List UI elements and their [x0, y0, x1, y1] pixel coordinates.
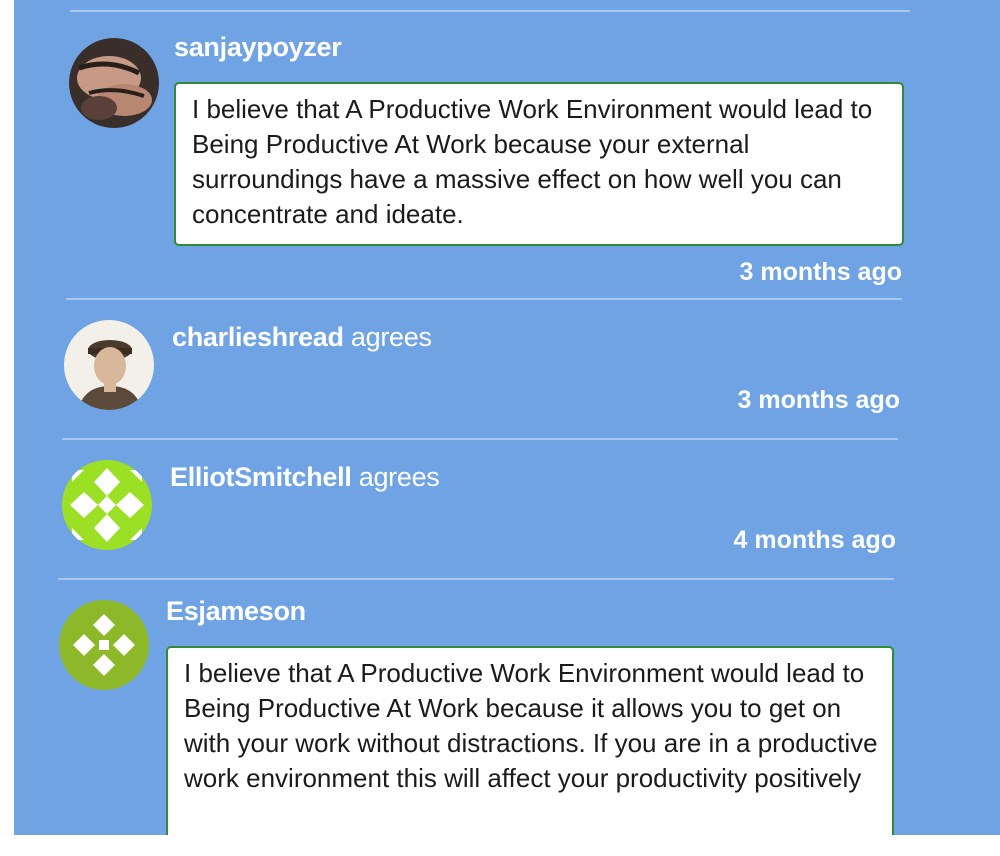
- username[interactable]: ElliotSmitchell agrees: [170, 462, 440, 493]
- activity-feed: sanjaypoyzer I believe that A Productive…: [14, 0, 1000, 835]
- username[interactable]: Esjameson: [166, 596, 306, 627]
- divider: [62, 438, 898, 440]
- username-text[interactable]: ElliotSmitchell: [170, 462, 352, 492]
- timestamp: 3 months ago: [737, 386, 900, 414]
- divider: [66, 298, 902, 300]
- timestamp: 3 months ago: [739, 258, 902, 286]
- avatar[interactable]: [64, 320, 154, 410]
- username-text[interactable]: sanjaypoyzer: [174, 32, 342, 62]
- comment-text: I believe that A Productive Work Environ…: [192, 94, 873, 229]
- comment-bubble: I believe that A Productive Work Environ…: [166, 646, 894, 835]
- username[interactable]: charlieshread agrees: [172, 322, 432, 353]
- comment-bubble: I believe that A Productive Work Environ…: [174, 82, 904, 246]
- username-text[interactable]: Esjameson: [166, 596, 306, 626]
- timestamp: 4 months ago: [733, 526, 896, 554]
- username-text[interactable]: charlieshread: [172, 322, 344, 352]
- action-text: agrees: [350, 322, 432, 352]
- action-text: agrees: [358, 462, 440, 492]
- divider: [58, 578, 894, 580]
- avatar[interactable]: [69, 38, 159, 128]
- identicon-avatar[interactable]: [62, 460, 152, 550]
- comment-text: I believe that A Productive Work Environ…: [184, 658, 878, 793]
- username[interactable]: sanjaypoyzer: [174, 32, 342, 63]
- identicon-avatar[interactable]: [59, 600, 149, 690]
- divider: [70, 10, 910, 12]
